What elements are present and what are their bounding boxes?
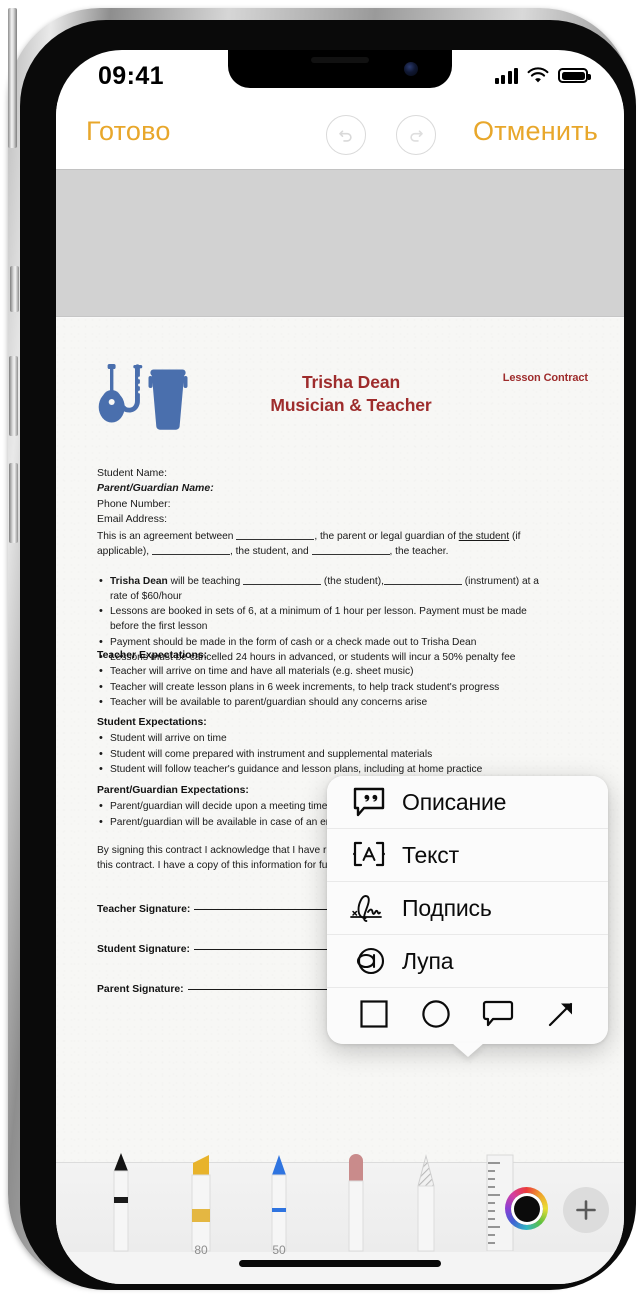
- volume-up-button[interactable]: [9, 356, 18, 436]
- intro-paragraph: This is an agreement between , the paren…: [97, 531, 521, 557]
- redo-button[interactable]: [396, 115, 436, 155]
- popup-pointer-tail: [451, 1043, 484, 1057]
- field-parent-name: Parent/Guardian Name:: [97, 482, 214, 495]
- student-signature-label: Student Signature:: [97, 944, 190, 955]
- home-indicator[interactable]: [239, 1260, 441, 1267]
- teacher-expectations-heading: Teacher Expectations:: [97, 650, 208, 661]
- undo-button[interactable]: [326, 115, 366, 155]
- magnifier-icon: [345, 946, 393, 976]
- list-item: Lessons are booked in sets of 6, at a mi…: [97, 604, 549, 634]
- markup-toolbar: 80 50: [56, 1153, 624, 1257]
- document-background-band: [56, 169, 624, 317]
- undo-arrow-icon: [336, 125, 356, 145]
- menu-item-label: Описание: [402, 788, 507, 815]
- earpiece-speaker: [311, 57, 369, 63]
- done-button[interactable]: Готово: [86, 116, 171, 147]
- menu-item-signature[interactable]: Подпись: [327, 882, 608, 935]
- screenshot-root: 09:41 Готово Отменить Trisha Dean Musici…: [0, 0, 640, 1294]
- document-title-line1: Trisha Dean: [301, 372, 401, 392]
- status-time: 09:41: [98, 62, 164, 90]
- quote-bubble-icon: [345, 786, 393, 818]
- front-camera-icon: [404, 62, 418, 76]
- status-icons: [494, 67, 591, 84]
- plus-icon: [574, 1198, 598, 1222]
- menu-item-magnifier[interactable]: Лупа: [327, 935, 608, 988]
- menu-item-label: Текст: [402, 841, 459, 868]
- document-kicker: Lesson Contract: [502, 372, 588, 384]
- markup-add-menu[interactable]: Описание Текст Подпись Лупа: [327, 776, 608, 1057]
- pencil-opacity-value: 50: [272, 1243, 286, 1257]
- cellular-signal-icon: [494, 67, 518, 84]
- highlighter-opacity-value: 80: [194, 1243, 208, 1257]
- power-button[interactable]: [8, 8, 17, 148]
- student-expectations-section: Student Expectations: Student will arriv…: [97, 716, 549, 779]
- list-item: Student will come prepared with instrume…: [97, 747, 549, 763]
- teacher-signature-label: Teacher Signature:: [97, 904, 191, 915]
- menu-item-description[interactable]: Описание: [327, 776, 608, 829]
- text-box-icon: [345, 841, 393, 869]
- wifi-icon: [527, 67, 549, 84]
- arrow-shape-icon[interactable]: [546, 999, 576, 1034]
- document-title-line2: Musician & Teacher: [270, 394, 432, 415]
- teacher-expectations-section: Teacher Expectations: Teacher will arriv…: [97, 649, 549, 712]
- field-student-name: Student Name:: [97, 467, 168, 479]
- battery-full-icon: [558, 68, 591, 83]
- cancel-button[interactable]: Отменить: [473, 116, 598, 147]
- markup-nav-bar: Готово Отменить: [56, 102, 624, 169]
- add-annotation-button[interactable]: [563, 1187, 609, 1233]
- smudge-tool[interactable]: [408, 1153, 444, 1258]
- signature-icon: [345, 893, 393, 923]
- circle-shape-icon[interactable]: [421, 999, 451, 1034]
- student-expectations-heading: Student Expectations:: [97, 717, 207, 728]
- volume-down-button[interactable]: [9, 463, 18, 543]
- menu-item-text[interactable]: Текст: [327, 829, 608, 882]
- pen-tool[interactable]: [104, 1151, 138, 1258]
- parent-signature-label: Parent Signature:: [97, 984, 184, 995]
- document-title: Trisha Dean Musician & Teacher: [236, 371, 466, 417]
- speech-bubble-shape-icon[interactable]: [482, 999, 514, 1034]
- silent-switch-button[interactable]: [10, 266, 19, 312]
- musical-instruments-icon: [97, 364, 191, 432]
- phone-screen: 09:41 Готово Отменить Trisha Dean Musici…: [56, 50, 624, 1284]
- shapes-row: [327, 988, 608, 1044]
- square-shape-icon[interactable]: [359, 999, 389, 1034]
- list-item: Student will arrive on time: [97, 731, 549, 747]
- notch: [228, 50, 452, 88]
- menu-item-label: Лупа: [402, 947, 454, 974]
- eraser-tool[interactable]: [339, 1153, 373, 1258]
- redo-arrow-icon: [406, 125, 426, 145]
- list-item: Trisha Dean will be teaching (the studen…: [97, 574, 549, 604]
- highlighter-tool[interactable]: 80: [181, 1153, 221, 1258]
- phone-frame: 09:41 Готово Отменить Trisha Dean Musici…: [8, 8, 636, 1290]
- contact-fields: Student Name: Parent/Guardian Name: Phon…: [97, 466, 214, 528]
- field-email: Email Address:: [97, 513, 168, 526]
- list-item: Teacher will create lesson plans in 6 we…: [97, 680, 549, 696]
- menu-item-label: Подпись: [402, 894, 492, 921]
- field-phone: Phone Number:: [97, 497, 171, 510]
- phone-bezel: 09:41 Готово Отменить Trisha Dean Musici…: [20, 20, 636, 1290]
- color-wheel-icon[interactable]: [505, 1187, 548, 1230]
- pencil-tool[interactable]: 50: [261, 1153, 297, 1258]
- list-item: Teacher will arrive on time and have all…: [97, 664, 549, 680]
- list-item: Teacher will be available to parent/guar…: [97, 695, 549, 711]
